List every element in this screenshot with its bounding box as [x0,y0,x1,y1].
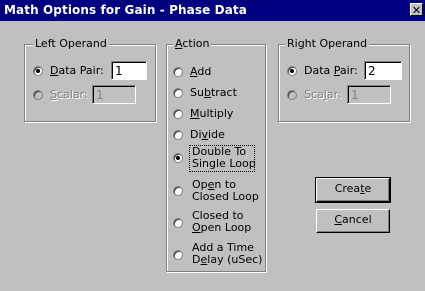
action-label: Action [173,37,212,51]
right-scalar-input[interactable]: 1 [347,85,391,104]
left-scalar-input[interactable]: 1 [92,85,136,104]
right-operand-group: Right Operand [278,37,410,122]
cancel-button-label: Cancel [334,213,372,226]
action-open-to-closed-line2: Closed Loop [192,190,259,203]
create-button[interactable]: Create [315,177,391,203]
action-multiply-radio[interactable] [173,109,183,119]
action-divide-radio[interactable] [173,130,183,140]
create-button-label: Create [334,182,372,195]
left-data-pair-radio[interactable] [33,66,43,76]
window-title: Math Options for Gain - Phase Data [4,3,247,17]
action-add-radio[interactable] [173,67,183,77]
right-data-pair-radio[interactable] [287,66,297,76]
action-double-to-single-line2: Single Loop [192,157,256,170]
action-subtract-radio[interactable] [173,88,183,98]
right-data-pair-input[interactable]: 2 [364,61,402,80]
left-scalar-label: Scalar: [50,88,88,101]
right-operand-label: Right Operand [285,37,370,51]
right-scalar-label: Scalar: [304,88,342,101]
left-data-pair-input[interactable]: 1 [111,61,147,80]
action-closed-to-open-radio[interactable] [173,218,183,228]
action-multiply-label: Multiply [190,107,234,120]
cancel-button[interactable]: Cancel [316,209,390,233]
right-data-pair-label: Data Pair: [304,64,358,77]
action-add-label: Add [190,65,212,78]
action-time-delay-line2: Delay (uSec) [192,253,263,266]
left-scalar-radio[interactable] [33,90,43,100]
left-data-pair-label: Data Pair: [50,64,104,77]
action-double-to-single-radio[interactable] [173,153,183,163]
left-operand-group: Left Operand [24,37,156,122]
right-scalar-radio[interactable] [287,90,297,100]
close-button[interactable]: ✕ [410,3,423,17]
action-time-delay-radio[interactable] [173,250,183,260]
action-divide-label: Divide [190,128,225,141]
title-bar: Math Options for Gain - Phase Data [0,0,425,21]
action-subtract-label: Subtract [190,86,237,99]
action-closed-to-open-line2: Open Loop [192,221,252,234]
action-open-to-closed-radio[interactable] [173,186,183,196]
left-operand-label: Left Operand [33,37,109,51]
close-icon: ✕ [411,4,422,17]
